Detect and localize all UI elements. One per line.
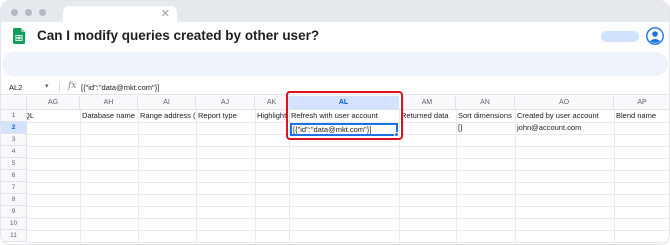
cell-ak1[interactable]: Highlight — [255, 110, 289, 122]
window-minimize-dot[interactable] — [25, 9, 32, 16]
row-header-7[interactable]: 7 — [1, 182, 27, 194]
row-header-2[interactable]: 2 — [1, 122, 27, 134]
chevron-down-icon[interactable]: ▾ — [45, 82, 49, 90]
select-all-corner[interactable] — [1, 96, 27, 110]
formula-bar: AL2 ▾ fx [{"id":"data@mkt.com"}] — [1, 81, 669, 95]
cell-ah1[interactable]: Database name — [80, 110, 138, 122]
column-gridline — [138, 110, 139, 244]
row-header-10[interactable]: 10 — [1, 218, 27, 230]
spreadsheet-grid: AG AH AI AJ AK AL AM AN AO AP 1 2 3 4 5 … — [1, 96, 669, 244]
cell-ao1[interactable]: Created by user account — [515, 110, 614, 122]
column-header-ao[interactable]: AO — [515, 96, 614, 110]
browser-chrome: ✕ — [1, 1, 669, 22]
row-gridline — [27, 182, 669, 183]
column-gridline — [255, 110, 256, 244]
row-gridline — [27, 194, 669, 195]
column-header-ai[interactable]: AI — [138, 96, 196, 110]
cell-ap1[interactable]: Blend name — [614, 110, 669, 122]
cell-ai1[interactable]: Range address ( — [138, 110, 196, 122]
column-gridline — [80, 110, 81, 244]
fill-handle[interactable] — [394, 132, 399, 137]
cell-an2[interactable]: [] — [456, 122, 515, 134]
cell-aj1[interactable]: Report type — [196, 110, 255, 122]
window-close-dot[interactable] — [11, 9, 18, 16]
cell-ag1[interactable]: SQL — [27, 110, 80, 122]
row-header-11[interactable]: 11 — [1, 230, 27, 242]
row-gridline — [27, 146, 669, 147]
doc-header: Can I modify queries created by other us… — [1, 22, 669, 50]
browser-window: ✕ Can I modify queries created by other … — [0, 0, 670, 245]
divider — [59, 83, 60, 92]
row-header-5[interactable]: 5 — [1, 158, 27, 170]
column-header-ag[interactable]: AG — [27, 96, 80, 110]
cell-ao2[interactable]: john@account.com — [515, 122, 614, 134]
column-gridline — [399, 110, 400, 244]
row-gridline — [27, 242, 669, 243]
row-header-8[interactable]: 8 — [1, 194, 27, 206]
cell-an1[interactable]: Sort dimensions — [456, 110, 515, 122]
google-sheets-icon[interactable] — [13, 28, 25, 44]
row-header-9[interactable]: 9 — [1, 206, 27, 218]
share-button[interactable] — [601, 31, 639, 42]
cell-al1[interactable]: Refresh with user account — [289, 110, 399, 122]
active-cell-value: [{"id":"data@mkt.com"}] — [293, 125, 372, 134]
column-gridline — [196, 110, 197, 244]
column-header-aj[interactable]: AJ — [196, 96, 255, 110]
row-gridline — [27, 170, 669, 171]
document-title[interactable]: Can I modify queries created by other us… — [37, 28, 319, 43]
tab-close-icon[interactable]: ✕ — [161, 7, 170, 21]
function-icon: fx — [68, 81, 77, 91]
row-header-4[interactable]: 4 — [1, 146, 27, 158]
row-gridline — [27, 230, 669, 231]
toolbar — [2, 52, 668, 76]
row-header-3[interactable]: 3 — [1, 134, 27, 146]
column-header-an[interactable]: AN — [456, 96, 515, 110]
browser-tab[interactable]: ✕ — [63, 6, 177, 22]
row-header-6[interactable]: 6 — [1, 170, 27, 182]
name-box[interactable]: AL2 — [9, 83, 22, 92]
row-header-1[interactable]: 1 — [1, 110, 27, 122]
row-gridline — [27, 158, 669, 159]
cell-am1[interactable]: Returned data — [399, 110, 456, 122]
column-gridline — [614, 110, 615, 244]
column-header-ah[interactable]: AH — [80, 96, 138, 110]
column-header-am[interactable]: AM — [399, 96, 456, 110]
column-header-ap[interactable]: AP — [614, 96, 669, 110]
window-zoom-dot[interactable] — [39, 9, 46, 16]
column-header-al[interactable]: AL — [289, 96, 399, 110]
row-gridline — [27, 218, 669, 219]
row-gridline — [27, 206, 669, 207]
column-header-ak[interactable]: AK — [255, 96, 289, 110]
formula-input[interactable]: [{"id":"data@mkt.com"}] — [81, 83, 159, 92]
account-avatar-icon[interactable] — [646, 27, 664, 45]
active-cell-al2[interactable]: [{"id":"data@mkt.com"}] — [290, 123, 398, 136]
